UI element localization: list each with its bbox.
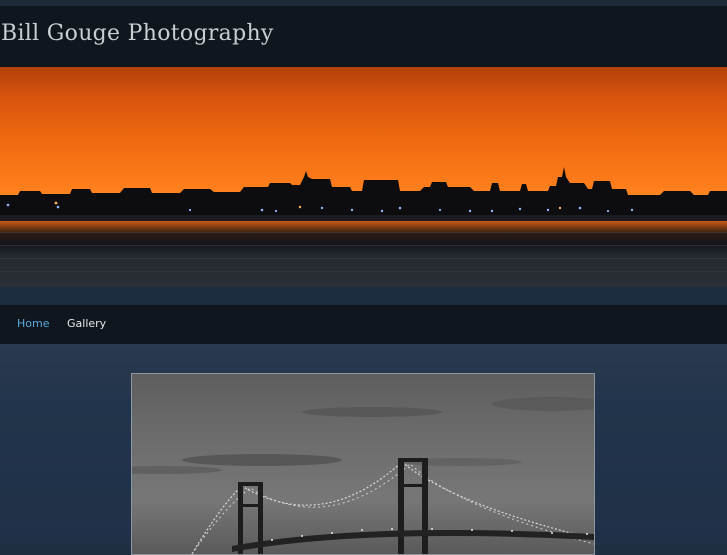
bridge-photo-image [132, 374, 594, 554]
banner-image [0, 67, 727, 287]
nav-item-gallery[interactable]: Gallery [67, 317, 106, 330]
site-title[interactable]: Bill Gouge Photography [1, 21, 274, 46]
main-nav: Home Gallery [0, 305, 727, 344]
nav-item-home[interactable]: Home [17, 317, 49, 330]
featured-photo[interactable] [131, 373, 595, 555]
skyline-silhouette [0, 167, 727, 272]
site-header: Bill Gouge Photography [0, 6, 727, 67]
nav-spacer [0, 287, 727, 305]
